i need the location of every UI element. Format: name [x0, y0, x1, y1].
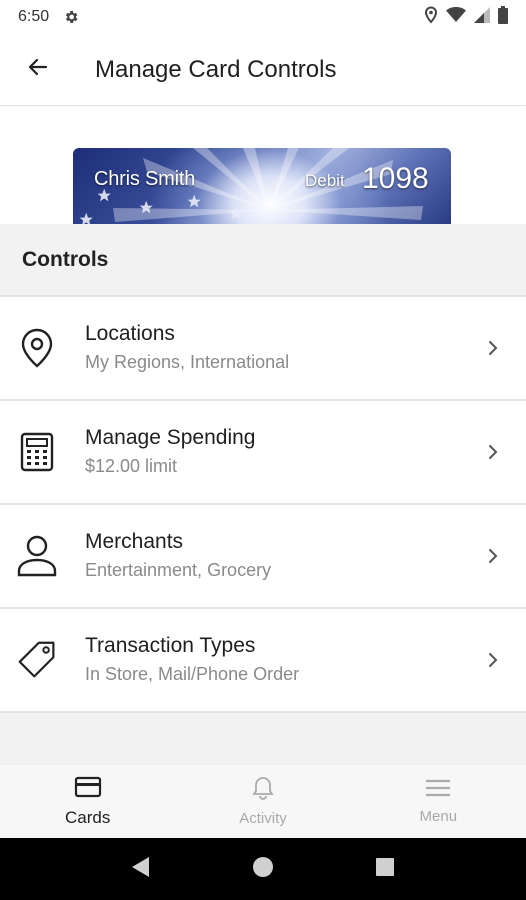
controls-list: Locations My Regions, International Mana…: [0, 297, 526, 713]
control-title: Transaction Types: [85, 634, 256, 657]
card-icon: [74, 776, 102, 803]
chevron-right-icon: [488, 444, 498, 460]
nav-label: Cards: [64, 807, 111, 827]
system-back-button[interactable]: [121, 849, 161, 889]
nav-item-activity[interactable]: Activity: [175, 765, 350, 838]
chevron-right-icon: [488, 340, 498, 356]
home-circle-icon: [252, 856, 274, 883]
control-row-merchants[interactable]: Merchants Entertainment, Grocery: [0, 505, 526, 609]
status-bar: 6:50: [0, 0, 526, 34]
control-text: Transaction Types In Store, Mail/Phone O…: [85, 632, 299, 688]
back-triangle-icon: [131, 856, 151, 883]
nav-label: Activity: [239, 810, 287, 827]
chevron-right-icon: [488, 652, 498, 668]
tag-icon: [17, 640, 57, 680]
nav-label: Menu: [419, 808, 458, 825]
status-time: 6:50: [18, 8, 50, 25]
control-title: Locations: [85, 322, 175, 345]
control-text: Merchants Entertainment, Grocery: [85, 528, 271, 584]
wifi-icon: [446, 6, 466, 28]
list-footer-space: [0, 713, 526, 764]
app-bar: Manage Card Controls: [0, 34, 526, 106]
calculator-icon: [17, 432, 57, 472]
card-type: Debit: [305, 171, 345, 190]
bell-icon: [252, 776, 274, 805]
controls-section-header: Controls: [0, 224, 526, 297]
card-last-four: 1098: [362, 162, 429, 195]
battery-icon: [498, 5, 508, 29]
signal-icon: [474, 6, 490, 28]
system-home-button[interactable]: [243, 849, 283, 889]
page-title: Manage Card Controls: [95, 55, 337, 83]
system-nav-bar: [0, 838, 526, 900]
control-subtitle: In Store, Mail/Phone Order: [85, 664, 300, 684]
bottom-nav: Cards Activity Menu: [0, 764, 526, 838]
status-icons: [424, 5, 508, 29]
control-text: Manage Spending $12.00 limit: [85, 424, 255, 480]
control-row-manage-spending[interactable]: Manage Spending $12.00 limit: [0, 401, 526, 505]
location-pin-icon: [17, 328, 57, 368]
card-holder-name: Chris Smith: [94, 168, 196, 190]
control-text: Locations My Regions, International: [85, 320, 289, 376]
location-icon: [424, 5, 438, 29]
control-title: Merchants: [85, 530, 184, 553]
control-subtitle: My Regions, International: [85, 352, 290, 372]
chevron-right-icon: [488, 548, 498, 564]
card-preview-area: Chris Smith Debit 1098: [0, 107, 526, 224]
back-button[interactable]: [18, 50, 58, 90]
control-title: Manage Spending: [85, 426, 256, 449]
section-title: Controls: [22, 247, 109, 271]
control-subtitle: Entertainment, Grocery: [85, 560, 272, 580]
nav-item-menu[interactable]: Menu: [351, 765, 526, 838]
nav-item-cards[interactable]: Cards: [0, 765, 175, 838]
person-icon: [17, 535, 57, 577]
control-subtitle: $12.00 limit: [85, 456, 178, 476]
recents-square-icon: [375, 857, 395, 882]
arrow-back-icon: [26, 55, 50, 84]
gear-icon: [63, 9, 79, 25]
debit-card[interactable]: Chris Smith Debit 1098: [73, 148, 451, 224]
control-row-transaction-types[interactable]: Transaction Types In Store, Mail/Phone O…: [0, 609, 526, 713]
control-row-locations[interactable]: Locations My Regions, International: [0, 297, 526, 401]
menu-icon: [425, 778, 451, 803]
system-recents-button[interactable]: [365, 849, 405, 889]
